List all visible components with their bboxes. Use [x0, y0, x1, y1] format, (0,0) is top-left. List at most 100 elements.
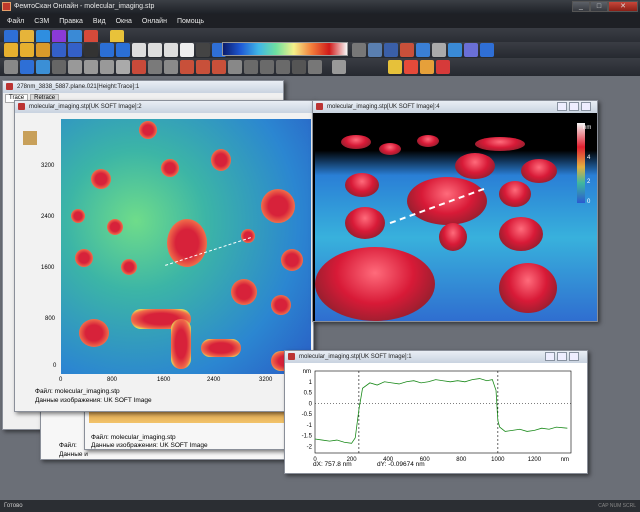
printer-icon[interactable]	[196, 43, 210, 57]
document-icon[interactable]	[180, 43, 194, 57]
molecule-3d	[417, 135, 439, 147]
zigzag-icon[interactable]	[228, 60, 242, 74]
profile-icon[interactable]	[164, 60, 178, 74]
filter-icon[interactable]	[384, 43, 398, 57]
levels-icon[interactable]	[368, 43, 382, 57]
window-close-button[interactable]	[569, 352, 579, 361]
refresh-icon[interactable]	[416, 43, 430, 57]
image-icon[interactable]	[388, 60, 402, 74]
close-button[interactable]: ✕	[608, 1, 638, 12]
menu-szm[interactable]: СЗМ	[29, 18, 54, 25]
window-minimize-button[interactable]	[545, 352, 555, 361]
molecule-blob	[201, 339, 241, 357]
distance-icon[interactable]	[260, 60, 274, 74]
window-minimize-button[interactable]	[557, 102, 567, 111]
undo-icon[interactable]	[100, 43, 114, 57]
window-icon	[6, 83, 13, 90]
toolbar-tools	[0, 58, 640, 76]
edit-tool-icon[interactable]	[23, 131, 37, 145]
paste-icon[interactable]	[148, 43, 162, 57]
recent-icon[interactable]	[36, 43, 50, 57]
x-axis-unit: nm	[561, 457, 569, 463]
peak-icon[interactable]	[196, 60, 210, 74]
grain-icon[interactable]	[148, 60, 162, 74]
dx-readout: dX: 757.8 nm	[313, 461, 352, 468]
x-tick-label: 1200	[528, 457, 542, 463]
menu-edit[interactable]: Правка	[54, 18, 88, 25]
copy-icon[interactable]	[132, 43, 146, 57]
minimize-button[interactable]: _	[572, 1, 590, 12]
molecule-blob	[281, 249, 303, 271]
stretch-icon[interactable]	[116, 60, 130, 74]
profile-window[interactable]: molecular_imaging.stp[UK SOFT Image]:1 1…	[284, 350, 588, 474]
y-tick-label: -2	[307, 445, 313, 451]
star-icon[interactable]	[420, 60, 434, 74]
mask-icon[interactable]	[132, 60, 146, 74]
area-icon[interactable]	[276, 60, 290, 74]
image-2d-title: molecular_imaging.stp[UK SOFT Image]:2	[15, 101, 313, 113]
highlight-icon[interactable]	[404, 60, 418, 74]
color-palette-bar[interactable]	[222, 42, 348, 56]
sort-icon[interactable]	[464, 43, 478, 57]
open-file-icon[interactable]	[20, 43, 34, 57]
molecule-blob	[79, 319, 109, 347]
plane-fit-icon[interactable]	[52, 60, 66, 74]
molecule-3d	[521, 159, 557, 183]
drop-icon[interactable]	[20, 60, 34, 74]
save-as-icon[interactable]	[68, 43, 82, 57]
image-3d-window[interactable]: molecular_imaging.stp[UK SOFT Image]:4 n…	[312, 100, 598, 322]
open-folder-icon[interactable]	[4, 43, 18, 57]
valley-icon[interactable]	[212, 60, 226, 74]
window-maximize-button[interactable]	[569, 102, 579, 111]
trace-window-title: 278nm_3838_5887.plane.021[Height:Trace]:…	[3, 81, 283, 93]
grid-view-icon[interactable]	[332, 60, 346, 74]
profile-window-title: molecular_imaging.stp[UK SOFT Image]:1	[285, 351, 587, 363]
view-3d-icon[interactable]	[448, 43, 462, 57]
x-tick: 3200	[259, 377, 273, 383]
measure-icon[interactable]	[244, 60, 258, 74]
afm-image-2d[interactable]	[61, 119, 311, 374]
molecule-3d	[455, 153, 495, 179]
window-icon	[18, 103, 25, 110]
x-tick: 2400	[207, 377, 221, 383]
histogram-icon[interactable]	[352, 43, 366, 57]
maximize-button[interactable]: □	[590, 1, 608, 12]
x-tick: 800	[107, 377, 118, 383]
molecule-blob	[161, 159, 179, 177]
window-maximize-button[interactable]	[557, 352, 567, 361]
clipboard-icon[interactable]	[164, 43, 178, 57]
profile-chart[interactable]: 10.50-0.5-1-1.5-20 200 400 600 800 1000 1200nm…	[285, 363, 589, 475]
palette-icon[interactable]	[400, 43, 414, 57]
save-icon[interactable]	[52, 43, 66, 57]
y-tick: 1600	[41, 265, 55, 271]
cursor-icon[interactable]	[4, 60, 18, 74]
molecule-blob	[75, 249, 93, 267]
y-tick-label: -1.5	[302, 434, 313, 440]
file-label-short: Файл:	[59, 442, 77, 449]
print-icon[interactable]	[84, 43, 98, 57]
menu-help[interactable]: Помощь	[172, 18, 209, 25]
molecule-blob	[91, 169, 111, 189]
grid-icon[interactable]	[432, 43, 446, 57]
wave-icon[interactable]	[180, 60, 194, 74]
molecule-blob	[171, 319, 191, 369]
record-icon[interactable]	[436, 60, 450, 74]
image-2d-window[interactable]: molecular_imaging.stp[UK SOFT Image]:2 3…	[14, 100, 314, 412]
redo-icon[interactable]	[116, 43, 130, 57]
fft-icon[interactable]	[308, 60, 322, 74]
rotate-icon[interactable]	[84, 60, 98, 74]
menu-file[interactable]: Файл	[2, 18, 29, 25]
drop-outline-icon[interactable]	[36, 60, 50, 74]
spectrum-icon[interactable]	[292, 60, 306, 74]
menu-windows[interactable]: Окна	[111, 18, 137, 25]
y-tick-label: -1	[307, 423, 313, 429]
window-close-button[interactable]	[581, 102, 591, 111]
image-3d-title: molecular_imaging.stp[UK SOFT Image]:4	[313, 101, 597, 113]
flip-icon[interactable]	[100, 60, 114, 74]
crop-icon[interactable]	[68, 60, 82, 74]
molecule-blob	[271, 295, 291, 315]
menu-online[interactable]: Онлайн	[137, 18, 172, 25]
menu-view[interactable]: Вид	[88, 18, 111, 25]
afm-image-3d[interactable]	[315, 113, 597, 321]
window-icon[interactable]	[480, 43, 494, 57]
